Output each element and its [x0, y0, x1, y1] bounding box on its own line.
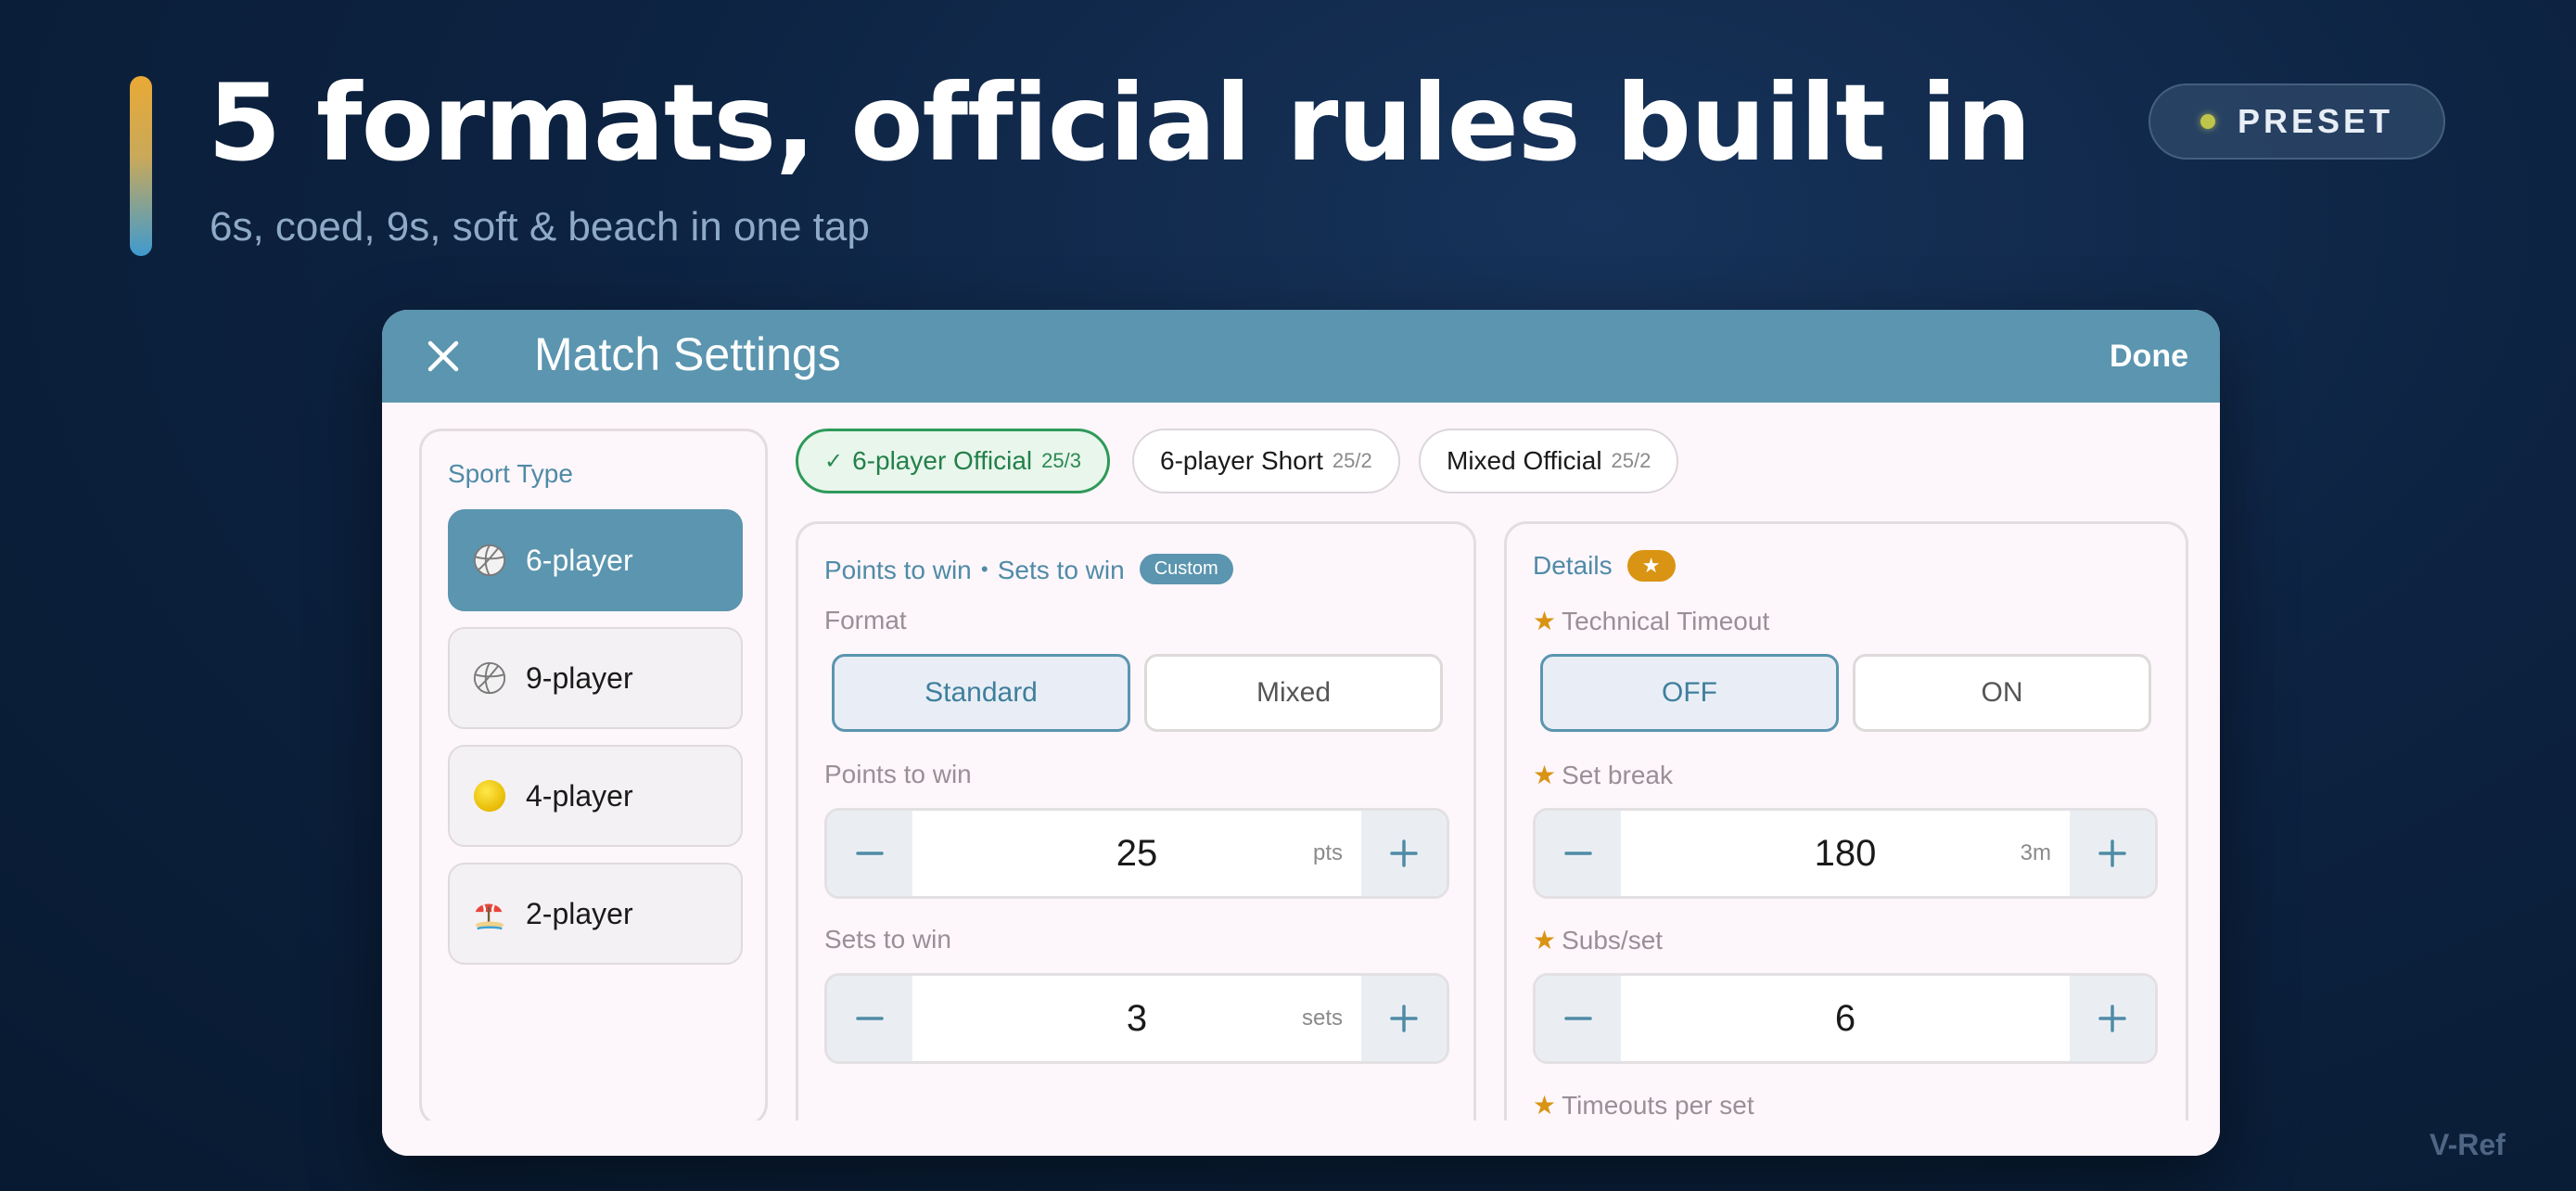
points-to-win-stepper: 25 pts	[824, 808, 1449, 899]
preset-chip-label: Mixed Official	[1447, 446, 1602, 475]
star-icon: ★	[1533, 926, 1557, 954]
sport-type-sidebar: Sport Type 6-player 9-player 4-player 2-…	[419, 429, 768, 1126]
sport-item-4-player[interactable]: 4-player	[448, 745, 743, 847]
watermark: V-Ref	[2429, 1128, 2506, 1161]
yellow-ball-icon	[473, 779, 506, 813]
format-label: Format	[824, 606, 907, 634]
sport-item-2-player[interactable]: 2-player	[448, 863, 743, 965]
details-panel: Details ★ ★ Technical Timeout OFF ON ★ Set…	[1504, 521, 2188, 1156]
format-option-mixed[interactable]: Mixed	[1144, 654, 1443, 732]
format-option-standard[interactable]: Standard	[832, 654, 1130, 732]
sets-to-win-value[interactable]: 3	[912, 976, 1361, 1061]
close-icon	[427, 340, 459, 372]
star-icon: ★	[1533, 761, 1557, 789]
preset-chip-label: 6-player Official	[852, 446, 1033, 475]
preset-badge: PRESET	[2149, 83, 2445, 160]
preset-badge-label: PRESET	[2237, 102, 2394, 140]
close-button[interactable]	[421, 334, 465, 378]
headline: 5 formats, official rules built in	[208, 61, 2032, 185]
sets-to-win-label: Sets to win	[824, 925, 951, 954]
technical-timeout-text: Technical Timeout	[1562, 607, 1770, 635]
modal-title: Match Settings	[534, 328, 841, 380]
increment-button[interactable]	[1361, 976, 1447, 1061]
plus-icon	[1390, 839, 1418, 867]
subs-per-set-label: ★ Subs/set	[1533, 925, 1663, 955]
preset-chip-ratio: 25/3	[1041, 449, 1081, 472]
set-break-stepper: 180 3m	[1533, 808, 2158, 899]
set-break-text: Set break	[1562, 761, 1673, 789]
subs-per-set-stepper: 6	[1533, 973, 2158, 1064]
decrement-button[interactable]	[827, 811, 912, 896]
custom-badge: Custom	[1139, 553, 1233, 584]
star-badge: ★	[1626, 550, 1676, 582]
timeouts-per-set-text: Timeouts per set	[1562, 1091, 1754, 1120]
decrement-button[interactable]	[827, 976, 912, 1061]
volleyball-icon	[473, 544, 506, 577]
details-panel-title: Details ★	[1533, 550, 1676, 582]
plus-icon	[1390, 1005, 1418, 1032]
minus-icon	[1564, 1017, 1592, 1020]
decrement-button[interactable]	[1536, 976, 1621, 1061]
sport-item-label: 4-player	[526, 778, 633, 813]
sidebar-label: Sport Type	[448, 459, 573, 488]
sets-unit: sets	[1301, 1005, 1343, 1031]
sport-item-label: 2-player	[526, 896, 633, 930]
sets-to-win-stepper: 3 sets	[824, 973, 1449, 1064]
modal-header: Match Settings Done	[382, 310, 2220, 403]
match-settings-modal: Match Settings Done Sport Type 6-player …	[382, 310, 2220, 1156]
sport-item-label: 6-player	[526, 543, 633, 577]
details-panel-title-text: Details	[1533, 551, 1613, 580]
accent-bar	[130, 76, 152, 256]
preset-chip-ratio: 25/2	[1611, 449, 1651, 472]
plus-icon	[2098, 1005, 2126, 1032]
check-icon: ✓	[824, 448, 844, 474]
subs-per-set-value[interactable]: 6	[1621, 976, 2070, 1061]
beach-umbrella-icon	[475, 903, 504, 930]
set-break-label: ★ Set break	[1533, 760, 1673, 790]
minus-icon	[1564, 852, 1592, 855]
increment-button[interactable]	[1361, 811, 1447, 896]
preset-chip-6-player-official[interactable]: ✓ 6-player Official 25/3	[796, 429, 1110, 493]
subheadline: 6s, coed, 9s, soft & beach in one tap	[210, 204, 870, 250]
sport-item-9-player[interactable]: 9-player	[448, 627, 743, 729]
set-break-value[interactable]: 180	[1621, 811, 2070, 896]
star-icon: ★	[1533, 607, 1557, 635]
preset-chip-ratio: 25/2	[1332, 449, 1372, 472]
rules-panel: Points to win・Sets to win Custom Format …	[796, 521, 1476, 1156]
preset-chip-mixed-official[interactable]: Mixed Official 25/2	[1419, 429, 1679, 493]
points-to-win-value[interactable]: 25	[912, 811, 1361, 896]
status-dot-icon	[2200, 114, 2215, 129]
rules-panel-title: Points to win・Sets to win Custom	[824, 550, 1233, 587]
star-icon: ★	[1533, 1091, 1557, 1120]
decrement-button[interactable]	[1536, 811, 1621, 896]
volleyball-icon	[473, 661, 506, 695]
rules-panel-title-text: Points to win・Sets to win	[824, 556, 1125, 584]
done-button[interactable]: Done	[2110, 336, 2188, 377]
technical-timeout-on[interactable]: ON	[1853, 654, 2151, 732]
modal-bottom-edge	[382, 1121, 2220, 1156]
timeouts-per-set-label: ★ Timeouts per set	[1533, 1090, 1754, 1121]
sport-item-label: 9-player	[526, 660, 633, 695]
technical-timeout-label: ★ Technical Timeout	[1533, 606, 1769, 636]
points-to-win-label: Points to win	[824, 760, 972, 788]
minus-icon	[856, 852, 884, 855]
preset-chip-6-player-short[interactable]: 6-player Short 25/2	[1132, 429, 1400, 493]
points-unit: pts	[1312, 840, 1343, 865]
subs-per-set-text: Subs/set	[1562, 926, 1664, 954]
increment-button[interactable]	[2070, 976, 2155, 1061]
increment-button[interactable]	[2070, 811, 2155, 896]
preset-chip-label: 6-player Short	[1160, 446, 1323, 475]
plus-icon	[2098, 839, 2126, 867]
technical-timeout-off[interactable]: OFF	[1540, 654, 1839, 732]
minus-icon	[856, 1017, 884, 1020]
set-break-unit: 3m	[2020, 840, 2051, 865]
sport-item-6-player[interactable]: 6-player	[448, 509, 743, 611]
